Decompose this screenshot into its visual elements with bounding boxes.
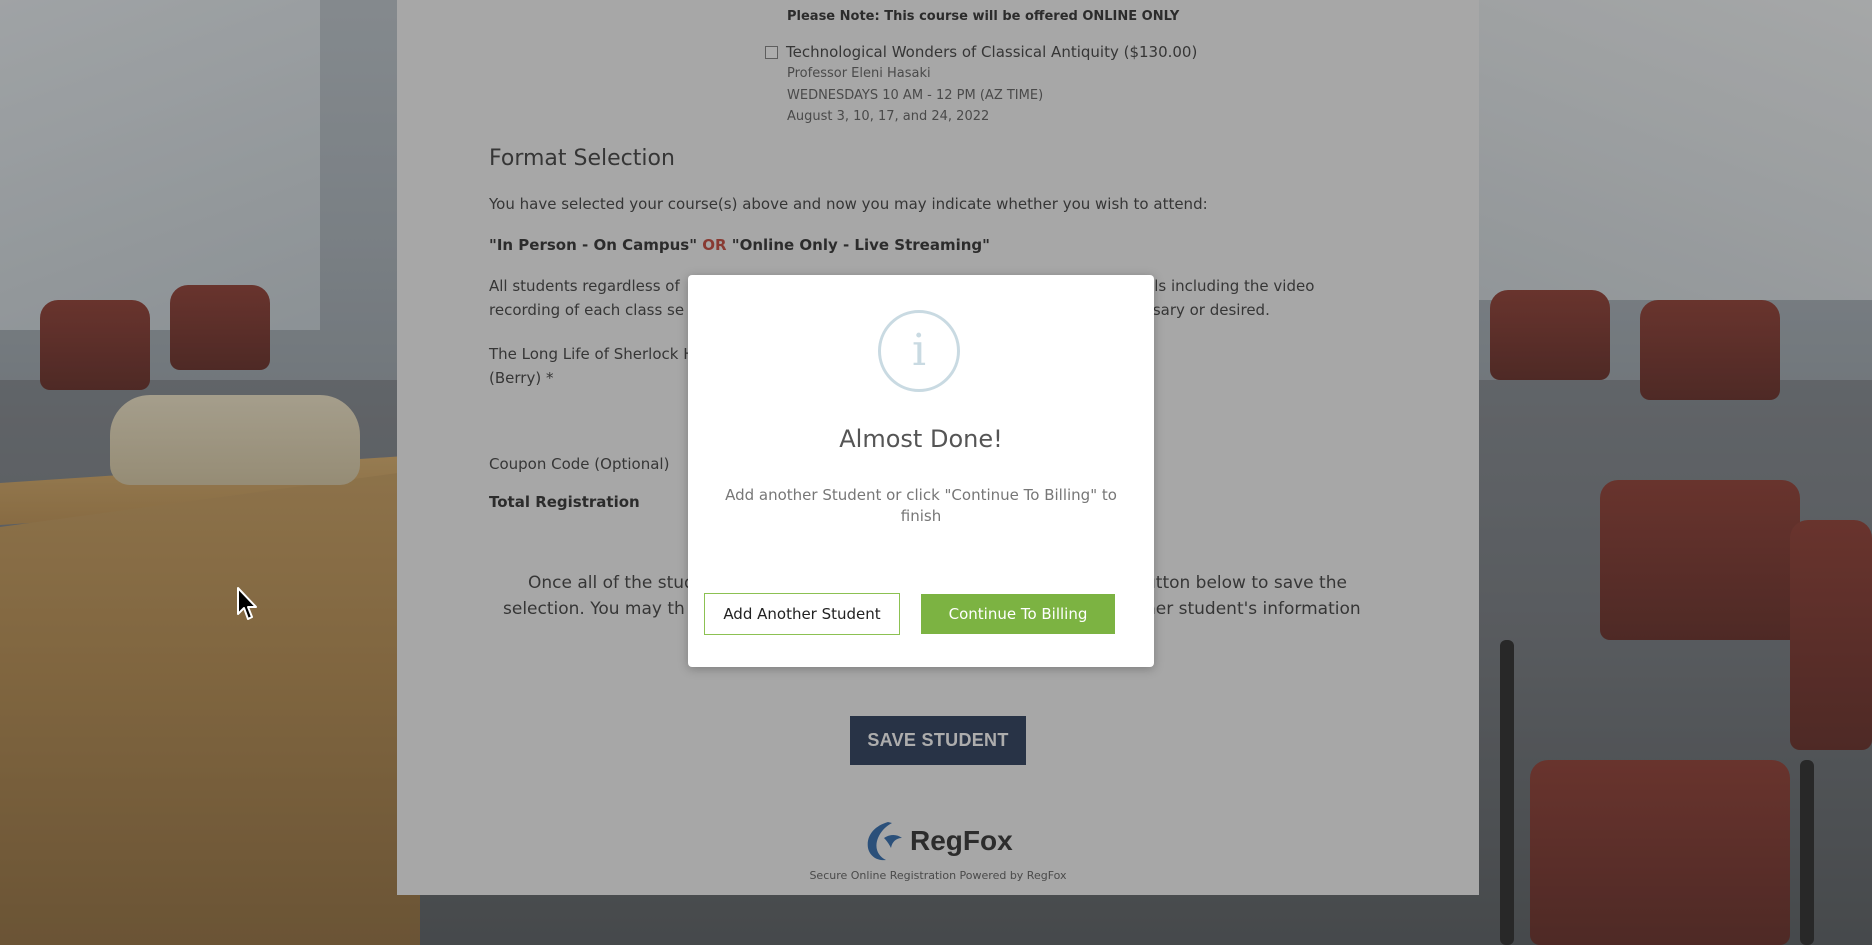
- info-icon: i: [878, 310, 960, 392]
- add-another-student-button[interactable]: Add Another Student: [704, 593, 900, 635]
- mouse-cursor-icon: [237, 587, 257, 620]
- dialog-message: Add another Student or click "Continue T…: [725, 486, 1117, 525]
- almost-done-dialog: i Almost Done! Add another Student or cl…: [688, 275, 1154, 667]
- dialog-title: Almost Done!: [839, 425, 1003, 453]
- info-icon-glyph: i: [911, 325, 927, 376]
- continue-to-billing-button[interactable]: Continue To Billing: [921, 594, 1115, 634]
